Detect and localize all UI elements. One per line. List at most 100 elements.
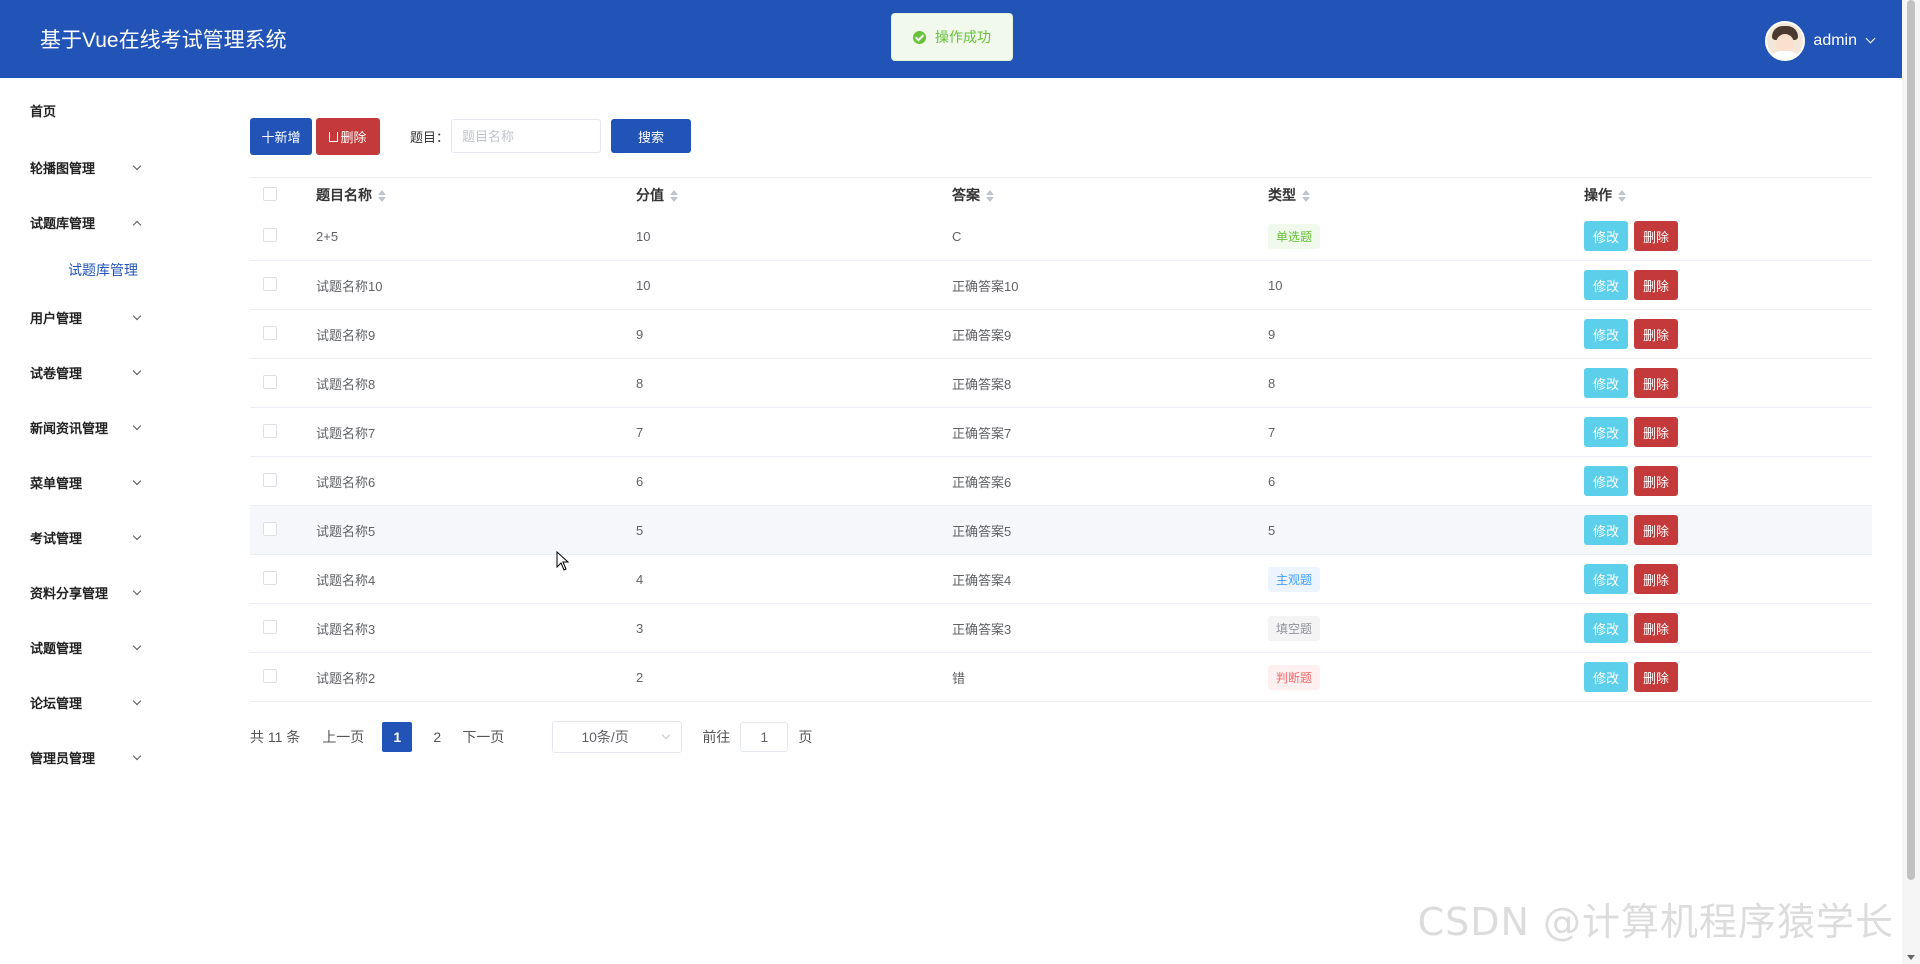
row-checkbox[interactable] — [263, 521, 277, 536]
edit-button[interactable]: 修改 — [1584, 319, 1628, 349]
question-name: 试题名称7 — [316, 425, 376, 441]
table-row[interactable]: 试题名称9 9 正确答案9 9 修改 删除 — [250, 310, 1872, 359]
delete-button[interactable]: 删除 — [1634, 613, 1678, 643]
select-all-checkbox[interactable] — [263, 186, 277, 201]
edit-button[interactable]: 修改 — [1584, 515, 1628, 545]
row-checkbox[interactable] — [263, 668, 277, 683]
username[interactable]: admin — [1813, 32, 1857, 50]
batch-delete-button[interactable]: 删除 — [316, 117, 380, 155]
question-answer: 正确答案6 — [952, 474, 1012, 490]
row-checkbox[interactable] — [263, 325, 277, 340]
question-score: 9 — [636, 326, 644, 342]
goto-page-input[interactable] — [740, 722, 789, 752]
delete-button[interactable]: 删除 — [1634, 466, 1678, 496]
edit-button[interactable]: 修改 — [1584, 221, 1628, 251]
table-row[interactable]: 试题名称3 3 正确答案3 填空题 修改 删除 — [250, 604, 1872, 653]
edit-button[interactable]: 修改 — [1584, 466, 1628, 496]
delete-button[interactable]: 删除 — [1634, 662, 1678, 692]
sidebar-item-label: 首页 — [30, 103, 57, 119]
goto-suffix: 页 — [798, 729, 813, 745]
sidebar-item[interactable]: 试题库管理 — [0, 195, 210, 250]
scrollbar-thumb[interactable] — [1907, 0, 1915, 880]
type-value: 9 — [1268, 326, 1276, 342]
sidebar-item[interactable]: 轮播图管理 — [0, 140, 210, 195]
column-header[interactable]: 类型 — [1268, 185, 1584, 205]
type-value: 8 — [1268, 375, 1276, 391]
sidebar-item[interactable]: 资料分享管理 — [0, 565, 210, 620]
sidebar-item-label: 试题管理 — [30, 641, 83, 656]
row-checkbox[interactable] — [263, 227, 277, 242]
sidebar-subitem[interactable]: 试题库管理 — [0, 250, 210, 290]
question-answer: 正确答案5 — [952, 523, 1012, 539]
row-checkbox[interactable] — [263, 276, 277, 291]
scroll-down-arrow-icon[interactable] — [1907, 955, 1915, 960]
question-answer: 正确答案4 — [952, 572, 1012, 588]
sidebar-item[interactable]: 首页 — [0, 78, 210, 140]
edit-button[interactable]: 修改 — [1584, 368, 1628, 398]
delete-button[interactable]: 删除 — [1634, 368, 1678, 398]
sort-icon — [986, 190, 994, 203]
delete-button[interactable]: 删除 — [1634, 564, 1678, 594]
user-menu[interactable]: admin — [1765, 21, 1876, 61]
success-check-icon — [913, 30, 926, 44]
table-row[interactable]: 试题名称2 2 错 判断题 修改 删除 — [250, 653, 1872, 702]
search-button[interactable]: 搜索 — [611, 119, 692, 153]
trash-icon — [329, 132, 339, 142]
sidebar-item[interactable]: 论坛管理 — [0, 675, 210, 730]
sidebar-item[interactable]: 考试管理 — [0, 510, 210, 565]
row-checkbox[interactable] — [263, 423, 277, 438]
table-header: 题目名称 分值 答案 类型 操作 — [250, 178, 1872, 212]
add-button[interactable]: 十新增 — [250, 117, 312, 155]
sidebar-item[interactable]: 用户管理 — [0, 290, 210, 345]
question-score: 7 — [636, 424, 644, 440]
edit-button[interactable]: 修改 — [1584, 613, 1628, 643]
table-row[interactable]: 试题名称4 4 正确答案4 主观题 修改 删除 — [250, 555, 1872, 604]
table-row[interactable]: 试题名称10 10 正确答案10 10 修改 删除 — [250, 261, 1872, 310]
chevron-up-icon — [132, 220, 142, 229]
table-row[interactable]: 试题名称6 6 正确答案6 6 修改 删除 — [250, 457, 1872, 506]
column-header[interactable]: 分值 — [636, 185, 952, 205]
delete-button[interactable]: 删除 — [1634, 417, 1678, 447]
page-2-button[interactable]: 2 — [422, 722, 452, 752]
delete-button[interactable]: 删除 — [1634, 221, 1678, 251]
delete-button[interactable]: 删除 — [1634, 319, 1678, 349]
edit-button[interactable]: 修改 — [1584, 564, 1628, 594]
column-header[interactable]: 题目名称 — [316, 185, 636, 205]
edit-button[interactable]: 修改 — [1584, 417, 1628, 447]
edit-button[interactable]: 修改 — [1584, 662, 1628, 692]
search-input[interactable] — [451, 119, 602, 153]
chevron-down-icon[interactable] — [1865, 33, 1876, 44]
sidebar-item-label: 菜单管理 — [30, 476, 83, 491]
sidebar-item[interactable]: 菜单管理 — [0, 455, 210, 510]
sidebar-item[interactable]: 管理员管理 — [0, 730, 210, 785]
row-checkbox[interactable] — [263, 374, 277, 389]
edit-button[interactable]: 修改 — [1584, 270, 1628, 300]
next-page-button[interactable]: 下一页 — [462, 727, 504, 747]
row-checkbox[interactable] — [263, 570, 277, 585]
type-tag: 主观题 — [1268, 566, 1321, 592]
sidebar-item-label: 资料分享管理 — [30, 586, 109, 601]
question-name: 试题名称10 — [316, 278, 383, 294]
row-checkbox[interactable] — [263, 619, 277, 634]
prev-page-button[interactable]: 上一页 — [322, 727, 364, 747]
delete-button[interactable]: 删除 — [1634, 515, 1678, 545]
page-size-select[interactable]: 10条/页 — [552, 721, 683, 753]
delete-button[interactable]: 删除 — [1634, 270, 1678, 300]
sidebar-item[interactable]: 试卷管理 — [0, 345, 210, 400]
table-row[interactable]: 2+5 10 C 单选题 修改 删除 — [250, 212, 1872, 261]
page-scrollbar[interactable] — [1902, 0, 1920, 964]
table-row[interactable]: 试题名称8 8 正确答案8 8 修改 删除 — [250, 359, 1872, 408]
table-row[interactable]: 试题名称5 5 正确答案5 5 修改 删除 — [250, 506, 1872, 555]
sidebar-item[interactable]: 试题管理 — [0, 620, 210, 675]
avatar[interactable] — [1765, 21, 1806, 61]
page-1-button[interactable]: 1 — [382, 722, 413, 752]
question-table: 题目名称 分值 答案 类型 操作 2+5 10 C 单选题 修改 删除 试题名称10 10 正确… — [250, 177, 1872, 702]
success-toast: 操作成功 — [891, 13, 1013, 61]
column-header[interactable]: 答案 — [952, 185, 1268, 205]
row-checkbox[interactable] — [263, 472, 277, 487]
table-row[interactable]: 试题名称7 7 正确答案7 7 修改 删除 — [250, 408, 1872, 457]
sidebar-item[interactable]: 新闻资讯管理 — [0, 400, 210, 455]
type-value: 5 — [1268, 522, 1276, 538]
question-name: 试题名称6 — [316, 474, 376, 490]
column-header[interactable]: 操作 — [1584, 185, 1626, 205]
